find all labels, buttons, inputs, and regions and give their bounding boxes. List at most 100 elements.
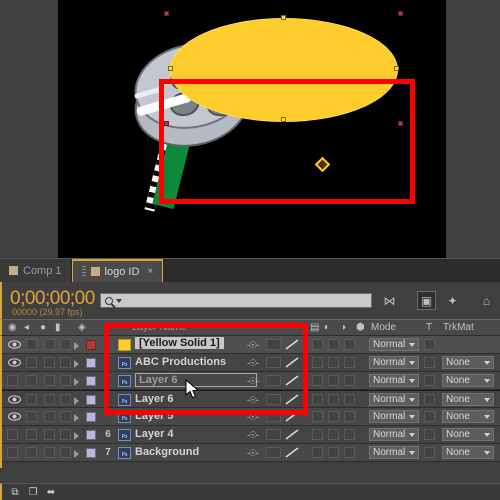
audio-toggle[interactable] [26,375,37,386]
shy-toggle[interactable] [312,394,323,405]
tab-logo-id[interactable]: logo ID × [71,259,164,282]
expand-arrow-icon[interactable] [74,378,79,386]
quality-toggle[interactable] [328,375,339,386]
quality-toggle[interactable] [328,394,339,405]
lock-toggle[interactable] [60,429,71,440]
table-row[interactable]: Ps Layer 5 -☉- Normal None [2,408,500,426]
mode-dropdown[interactable]: Normal [369,356,419,369]
mode-dropdown[interactable]: Normal [369,410,419,423]
mode-dropdown[interactable]: Normal [369,393,419,406]
shy-toggle[interactable] [312,429,323,440]
effects-toggle[interactable] [344,394,355,405]
solo-toggle[interactable] [44,429,55,440]
layer-name[interactable]: [Yellow Solid 1] [135,337,224,349]
parent-pickwhip-icon[interactable]: -☉- [247,395,259,406]
preserve-transparency-toggle[interactable] [424,339,435,350]
video-eye-icon[interactable]: ◉ [8,322,17,333]
solo-toggle[interactable] [44,447,55,458]
preserve-transparency-toggle[interactable] [424,411,435,422]
video-eye-slot[interactable] [7,429,18,440]
composition-mini-flowchart-icon[interactable]: ▣ [417,291,436,310]
audio-toggle[interactable] [26,394,37,405]
parent-select[interactable] [266,394,281,405]
lock-toggle[interactable] [60,339,71,350]
parent-select[interactable] [266,375,281,386]
label-color-swatch[interactable] [86,376,96,386]
quality-toggle[interactable] [328,447,339,458]
table-row[interactable]: Ps ABC Productions -☉- Normal None [2,354,500,372]
preserve-transparency-toggle[interactable] [424,357,435,368]
trkmat-dropdown[interactable]: None [442,446,494,459]
graph-editor-icon[interactable]: ⋈ [380,291,399,310]
quality-toggle[interactable] [328,357,339,368]
expand-arrow-icon[interactable] [74,360,79,368]
audio-toggle[interactable] [26,339,37,350]
table-row[interactable]: 6 Ps Layer 4 -☉- Normal None [2,426,500,444]
table-row[interactable]: Ps Layer 6 -☉- Normal None [2,372,500,390]
layer-name[interactable]: Layer 4 [135,428,174,440]
column-trkmat[interactable]: TrkMat [443,322,474,333]
preserve-transparency-toggle[interactable] [424,394,435,405]
composition-canvas[interactable] [58,0,446,258]
effects-toggle[interactable] [344,339,355,350]
quality-toggle[interactable] [328,411,339,422]
composition-viewer[interactable] [0,0,500,258]
layer-name[interactable]: Background [135,446,199,458]
audio-speaker-icon[interactable]: ◂ [24,322,29,333]
chevron-down-icon[interactable] [116,298,122,303]
mode-dropdown[interactable]: Normal [369,338,419,351]
solo-dot-icon[interactable]: ● [40,322,46,333]
label-color-swatch[interactable] [86,340,96,350]
parent-select[interactable] [266,447,281,458]
video-eye-slot[interactable] [7,447,18,458]
preserve-transparency-toggle[interactable] [424,375,435,386]
table-row[interactable]: [Yellow Solid 1] -☉- Normal [2,336,500,354]
expand-arrow-icon[interactable] [74,414,79,422]
video-eye-icon[interactable] [8,336,21,353]
parent-pickwhip-icon[interactable]: -☉- [247,430,259,441]
preserve-transparency-toggle[interactable] [424,429,435,440]
video-eye-icon[interactable] [8,408,21,425]
quality-toggle[interactable] [328,339,339,350]
close-icon[interactable]: × [147,266,153,277]
lock-toggle[interactable] [60,394,71,405]
quality-toggle[interactable] [328,429,339,440]
draft-3d-icon[interactable]: ✦ [443,291,462,310]
tab-comp-1[interactable]: Comp 1 [0,259,72,282]
parent-pickwhip-icon[interactable]: -☉- [247,376,259,387]
label-color-swatch[interactable] [86,395,96,405]
video-eye-icon[interactable] [8,354,21,371]
trkmat-dropdown[interactable]: None [442,410,494,423]
effects-icon[interactable]: ⬢ [356,322,365,333]
solo-toggle[interactable] [44,357,55,368]
mode-dropdown[interactable]: Normal [369,374,419,387]
search-input[interactable] [100,293,372,308]
label-color-swatch[interactable] [86,412,96,422]
selection-handle-top[interactable] [281,15,286,20]
renderer-icon[interactable]: ⌂ [477,291,496,310]
bbox-corner-handle[interactable] [398,11,403,16]
solo-toggle[interactable] [44,339,55,350]
lock-toggle[interactable] [60,357,71,368]
trkmat-dropdown[interactable]: None [442,428,494,441]
preserve-transparency-toggle[interactable] [424,447,435,458]
collapse-transformations-icon[interactable]: ◐ [324,322,330,333]
layer-name[interactable]: ABC Productions [135,356,226,368]
layer-name[interactable]: Layer 6 [135,393,174,405]
solo-toggle[interactable] [44,411,55,422]
layer-name[interactable]: Layer 5 [135,410,174,422]
expand-arrow-icon[interactable] [74,342,79,350]
lock-toggle[interactable] [60,375,71,386]
table-row[interactable]: 7 Ps Background -☉- Normal None [2,444,500,462]
parent-pickwhip-icon[interactable]: -☉- [247,448,259,459]
mode-dropdown[interactable]: Normal [369,428,419,441]
yellow-solid-ellipse[interactable] [170,18,398,122]
shy-toggle[interactable] [312,447,323,458]
trkmat-dropdown[interactable]: None [442,356,494,369]
expand-arrow-icon[interactable] [74,450,79,458]
label-color-swatch[interactable] [86,430,96,440]
shy-toggle[interactable] [312,357,323,368]
quality-icon[interactable]: ◑ [340,322,346,333]
shy-toggle[interactable] [312,375,323,386]
bbox-corner-handle[interactable] [398,121,403,126]
